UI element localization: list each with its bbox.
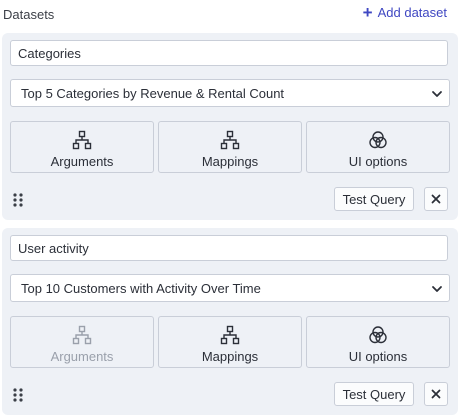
add-dataset-button[interactable]: + Add dataset [362,2,447,22]
query-select-value: Top 10 Customers with Activity Over Time [21,280,261,296]
remove-dataset-button[interactable] [424,187,448,211]
query-select[interactable]: Top 10 Customers with Activity Over Time [10,274,450,302]
hierarchy-icon [220,325,240,345]
ui-options-tile[interactable]: UI options [306,121,450,173]
ui-options-tile[interactable]: UI options [306,316,450,368]
query-select[interactable]: Top 5 Categories by Revenue & Rental Cou… [10,79,450,107]
arguments-tile[interactable]: Arguments [10,121,154,173]
mappings-tile[interactable]: Mappings [158,316,302,368]
venn-icon [369,326,387,344]
mappings-label: Mappings [201,154,259,169]
close-icon [431,194,441,204]
add-dataset-label: Add dataset [377,5,447,20]
arguments-label: Arguments [50,154,114,169]
chevron-down-icon [432,286,442,292]
datasets-header: Datasets + Add dataset [0,0,462,30]
mappings-label: Mappings [201,349,259,364]
arguments-tile: Arguments [10,316,154,368]
dataset-card: Top 10 Customers with Activity Over Time… [2,228,458,415]
plus-icon: + [362,2,373,22]
ui-options-label: UI options [348,154,408,169]
test-query-button[interactable]: Test Query [334,187,414,211]
arguments-label: Arguments [50,349,114,364]
hierarchy-icon [72,325,92,345]
chevron-down-icon [432,91,442,97]
config-tiles: Arguments Mappings UI options [10,121,452,175]
close-icon [431,389,441,399]
drag-handle-icon[interactable] [12,192,24,208]
datasets-title: Datasets [3,7,55,22]
venn-icon [369,131,387,149]
dataset-name-input[interactable] [10,40,448,66]
ui-options-label: UI options [348,349,408,364]
mappings-tile[interactable]: Mappings [158,121,302,173]
config-tiles: Arguments Mappings UI options [10,316,452,370]
hierarchy-icon [220,130,240,150]
dataset-name-input[interactable] [10,235,448,261]
test-query-button[interactable]: Test Query [334,382,414,406]
query-select-value: Top 5 Categories by Revenue & Rental Cou… [21,85,285,101]
drag-handle-icon[interactable] [12,387,24,403]
dataset-card: Top 5 Categories by Revenue & Rental Cou… [2,33,458,220]
remove-dataset-button[interactable] [424,382,448,406]
hierarchy-icon [72,130,92,150]
